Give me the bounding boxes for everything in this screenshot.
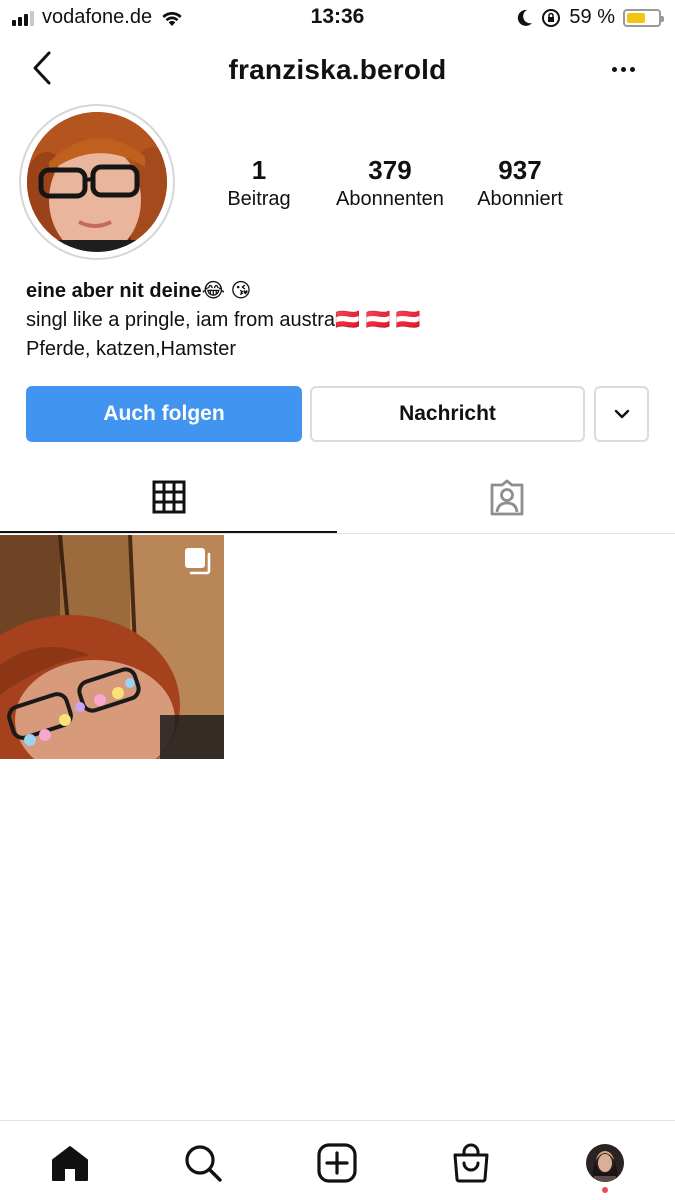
shop-bag-icon — [453, 1143, 489, 1183]
search-icon — [185, 1145, 222, 1182]
page-title-username: franziska.berold — [228, 54, 447, 85]
battery-fill — [627, 12, 645, 23]
status-bar: vodafone.de 13:36 59 % — [0, 0, 675, 36]
chevron-down-icon — [614, 409, 629, 419]
tab-tagged[interactable] — [338, 463, 675, 533]
profile-avatar — [27, 112, 167, 252]
post-thumbnail[interactable] — [0, 535, 224, 759]
bio-line: Pferde, katzen,Hamster — [26, 338, 237, 360]
nav-home[interactable] — [48, 1141, 92, 1185]
stat-followers-label: Abonnenten — [336, 188, 444, 210]
multiple-photos-icon — [185, 548, 211, 575]
rotation-lock-icon — [542, 8, 561, 27]
bio-line: singl like a pringle, iam from austra🇦🇹 … — [26, 309, 421, 331]
notification-dot — [602, 1187, 608, 1193]
new-post-icon — [317, 1143, 357, 1183]
stat-posts[interactable]: 1 Beitrag — [200, 155, 318, 211]
profile-avatar-icon — [586, 1144, 624, 1182]
stat-followers[interactable]: 379 Abonnenten — [326, 155, 454, 211]
moon-icon — [518, 9, 533, 26]
follow-back-button[interactable]: Auch folgen — [26, 386, 302, 442]
profile-header: franziska.berold — [0, 40, 675, 100]
nav-shop[interactable] — [449, 1141, 493, 1185]
profile-tabs — [0, 463, 675, 534]
stat-posts-value: 1 — [251, 155, 267, 185]
grid-icon — [152, 480, 185, 514]
status-bar-right: 59 % — [517, 6, 664, 29]
bio-name: eine aber nit deine😂 😘 — [26, 280, 252, 302]
bottom-navigation — [0, 1120, 675, 1200]
suggested-accounts-button[interactable] — [594, 386, 649, 442]
battery-icon — [623, 8, 664, 27]
stat-posts-label: Beitrag — [227, 188, 291, 210]
profile-stats: 1 Beitrag 379 Abonnenten 937 Abonniert — [200, 155, 600, 215]
tagged-person-icon — [490, 479, 523, 516]
tab-posts-grid[interactable] — [0, 463, 337, 533]
nav-new-post[interactable] — [315, 1141, 359, 1185]
message-button[interactable]: Nachricht — [310, 386, 585, 442]
profile-bio: eine aber nit deine😂 😘 singl like a prin… — [26, 277, 646, 364]
nav-profile[interactable] — [583, 1141, 627, 1185]
stat-following-value: 937 — [498, 155, 542, 185]
stat-following[interactable]: 937 Abonniert — [462, 155, 578, 211]
stat-followers-value: 379 — [368, 155, 412, 185]
more-options-button[interactable] — [601, 54, 645, 84]
stat-following-label: Abonniert — [477, 188, 563, 210]
more-horizontal-icon — [611, 66, 617, 72]
nav-search[interactable] — [181, 1141, 225, 1185]
battery-percent: 59 % — [569, 6, 615, 28]
home-icon — [52, 1146, 88, 1181]
profile-avatar-ring[interactable] — [19, 104, 175, 260]
